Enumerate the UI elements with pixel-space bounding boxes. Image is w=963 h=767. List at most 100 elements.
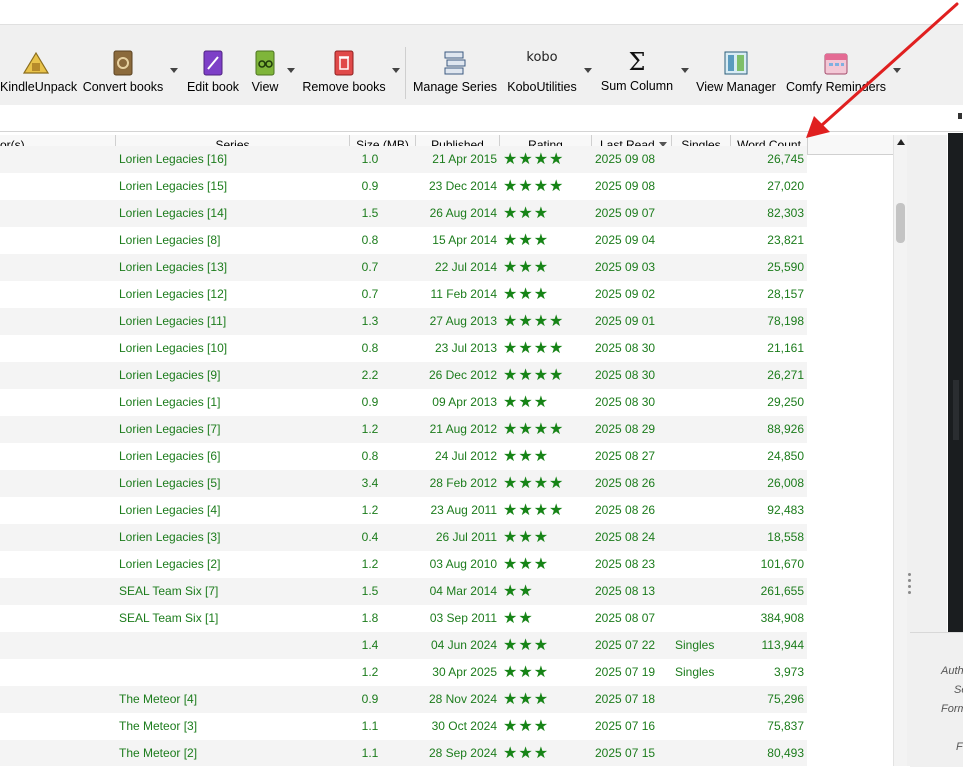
kindleunpack-label: KindleUnpack — [0, 80, 78, 94]
kindleunpack-button[interactable]: KindleUnpack — [0, 25, 78, 105]
table-row[interactable]: Lorien Legacies [15] 0.9 23 Dec 2014 ★★★★ 20… — [0, 173, 807, 200]
cell-series: Lorien Legacies [16] — [119, 152, 228, 166]
table-row[interactable]: Lorien Legacies [14] 1.5 26 Aug 2014 ★★★ 202… — [0, 200, 807, 227]
table-row[interactable]: Lorien Legacies [9] 2.2 26 Dec 2012 ★★★★ 202… — [0, 362, 807, 389]
cell-size: 1.3 — [361, 314, 379, 328]
sigma-icon: Σ — [628, 48, 646, 76]
comfy-reminders-label: Comfy Reminders — [785, 80, 887, 94]
cell-size: 0.8 — [361, 449, 379, 463]
cell-word-count: 261,655 — [760, 584, 804, 598]
cell-rating-stars: ★★★★ — [503, 475, 565, 492]
table-row[interactable]: Lorien Legacies [16] 1.0 21 Apr 2015 ★★★★ 20… — [0, 146, 807, 173]
cell-size: 0.7 — [361, 260, 379, 274]
view-manager-button[interactable]: View Manager — [694, 25, 778, 105]
cell-word-count: 21,161 — [767, 341, 804, 355]
remove-books-label: Remove books — [302, 80, 386, 94]
table-row[interactable]: Lorien Legacies [11] 1.3 27 Aug 2013 ★★★★ 20… — [0, 308, 807, 335]
kobo-icon: kobo — [526, 50, 558, 65]
kobo-utilities-button[interactable]: kobo KoboUtilities — [502, 25, 582, 105]
table-row[interactable]: Lorien Legacies [8] 0.8 15 Apr 2014 ★★★ 2025… — [0, 227, 807, 254]
cell-size: 1.1 — [361, 719, 379, 733]
table-row[interactable]: Lorien Legacies [2] 1.2 03 Aug 2010 ★★★ 2025… — [0, 551, 807, 578]
calendar-icon — [824, 53, 848, 75]
cell-word-count: 3,973 — [773, 665, 804, 679]
cell-published: 15 Apr 2014 — [432, 233, 497, 247]
cell-published: 03 Aug 2010 — [429, 557, 497, 571]
cell-published: 30 Apr 2025 — [432, 665, 497, 679]
view-button[interactable]: View — [246, 25, 284, 105]
table-row[interactable]: Lorien Legacies [10] 0.8 23 Jul 2013 ★★★★ 20… — [0, 335, 807, 362]
cell-rating-stars: ★★★ — [503, 259, 550, 276]
cell-rating-stars: ★★★ — [503, 664, 550, 681]
cell-series: Lorien Legacies [5] — [119, 476, 221, 490]
edit-book-button[interactable]: Edit book — [184, 25, 242, 105]
table-row[interactable]: Lorien Legacies [3] 0.4 26 Jul 2011 ★★★ 2025… — [0, 524, 807, 551]
cell-word-count: 92,483 — [767, 503, 804, 517]
cell-rating-stars: ★★★★ — [503, 340, 565, 357]
table-row[interactable]: SEAL Team Six [1] 1.8 03 Sep 2011 ★★ 2025 08… — [0, 605, 807, 632]
manage-series-button[interactable]: Manage Series — [412, 25, 498, 105]
view-manager-label: View Manager — [696, 80, 776, 94]
cell-rating-stars: ★★ — [503, 610, 534, 627]
table-row[interactable]: 1.2 30 Apr 2025 ★★★ 2025 07 19 Singles 3,973 — [0, 659, 807, 686]
convert-books-dropdown-arrow[interactable] — [170, 68, 178, 73]
table-vertical-scrollbar[interactable] — [893, 135, 908, 766]
edit-book-label: Edit book — [186, 80, 240, 94]
comfy-reminders-button[interactable]: Comfy Reminders — [784, 25, 888, 105]
cell-rating-stars: ★★★★ — [503, 313, 565, 330]
cell-size: 0.4 — [361, 530, 379, 544]
cell-word-count: 23,821 — [767, 233, 804, 247]
table-row[interactable]: The Meteor [2] 1.1 28 Sep 2024 ★★★ 2025 07 1… — [0, 740, 807, 766]
details-label: Auth — [941, 665, 963, 677]
scroll-up-arrow-icon[interactable] — [897, 139, 905, 145]
cell-word-count: 80,493 — [767, 746, 804, 760]
cell-size: 0.9 — [361, 179, 379, 193]
table-row[interactable]: Lorien Legacies [5] 3.4 28 Feb 2012 ★★★★ 202… — [0, 470, 807, 497]
cell-series: Lorien Legacies [10] — [119, 341, 228, 355]
splitter-grip-icon — [908, 591, 911, 594]
cell-word-count: 24,850 — [767, 449, 804, 463]
cell-published: 26 Aug 2014 — [429, 206, 497, 220]
sum-column-button[interactable]: Σ Sum Column — [596, 25, 678, 105]
table-row[interactable]: The Meteor [4] 0.9 28 Nov 2024 ★★★ 2025 07 1… — [0, 686, 807, 713]
details-label: Se — [954, 684, 963, 696]
cell-series: Lorien Legacies [12] — [119, 287, 228, 301]
comfy-reminders-dropdown-arrow[interactable] — [893, 68, 901, 73]
cell-published: 04 Jun 2024 — [430, 638, 497, 652]
cell-last-read: 2025 09 02 — [595, 287, 656, 301]
cell-published: 30 Oct 2024 — [431, 719, 497, 733]
kobo-utilities-dropdown-arrow[interactable] — [584, 68, 592, 73]
convert-books-button[interactable]: Convert books — [80, 25, 166, 105]
cell-series: Lorien Legacies [13] — [119, 260, 228, 274]
book-cover-detail — [953, 380, 959, 440]
cell-rating-stars: ★★★★ — [503, 151, 565, 168]
sum-column-label: Sum Column — [600, 79, 674, 93]
table-row[interactable]: Lorien Legacies [7] 1.2 21 Aug 2012 ★★★★ 202… — [0, 416, 807, 443]
table-row[interactable]: Lorien Legacies [13] 0.7 22 Jul 2014 ★★★ 202… — [0, 254, 807, 281]
details-label: Form — [941, 703, 963, 715]
cell-size: 1.5 — [361, 206, 379, 220]
remove-books-icon — [334, 50, 354, 76]
cell-word-count: 28,157 — [767, 287, 804, 301]
table-row[interactable]: Lorien Legacies [1] 0.9 09 Apr 2013 ★★★ 2025… — [0, 389, 807, 416]
search-bar-strip[interactable] — [0, 105, 963, 132]
cell-last-read: 2025 08 26 — [595, 503, 656, 517]
remove-books-dropdown-arrow[interactable] — [392, 68, 400, 73]
view-dropdown-arrow[interactable] — [287, 68, 295, 73]
cell-published: 26 Dec 2012 — [428, 368, 497, 382]
sum-column-dropdown-arrow[interactable] — [681, 68, 689, 73]
table-row[interactable]: Lorien Legacies [6] 0.8 24 Jul 2012 ★★★ 2025… — [0, 443, 807, 470]
table-row[interactable]: 1.4 04 Jun 2024 ★★★ 2025 07 22 Singles 113,94… — [0, 632, 807, 659]
cell-last-read: 2025 08 13 — [595, 584, 656, 598]
table-row[interactable]: SEAL Team Six [7] 1.5 04 Mar 2014 ★★ 2025 08… — [0, 578, 807, 605]
cell-word-count: 18,558 — [767, 530, 804, 544]
table-row[interactable]: The Meteor [3] 1.1 30 Oct 2024 ★★★ 2025 07 1… — [0, 713, 807, 740]
table-row[interactable]: Lorien Legacies [12] 0.7 11 Feb 2014 ★★★ 202… — [0, 281, 807, 308]
cell-series: Lorien Legacies [9] — [119, 368, 221, 382]
cell-last-read: 2025 09 04 — [595, 233, 656, 247]
cell-series: Lorien Legacies [7] — [119, 422, 221, 436]
remove-books-button[interactable]: Remove books — [300, 25, 388, 105]
cell-rating-stars: ★★★★ — [503, 178, 565, 195]
scrollbar-thumb[interactable] — [896, 203, 905, 243]
table-row[interactable]: Lorien Legacies [4] 1.2 23 Aug 2011 ★★★★ 202… — [0, 497, 807, 524]
